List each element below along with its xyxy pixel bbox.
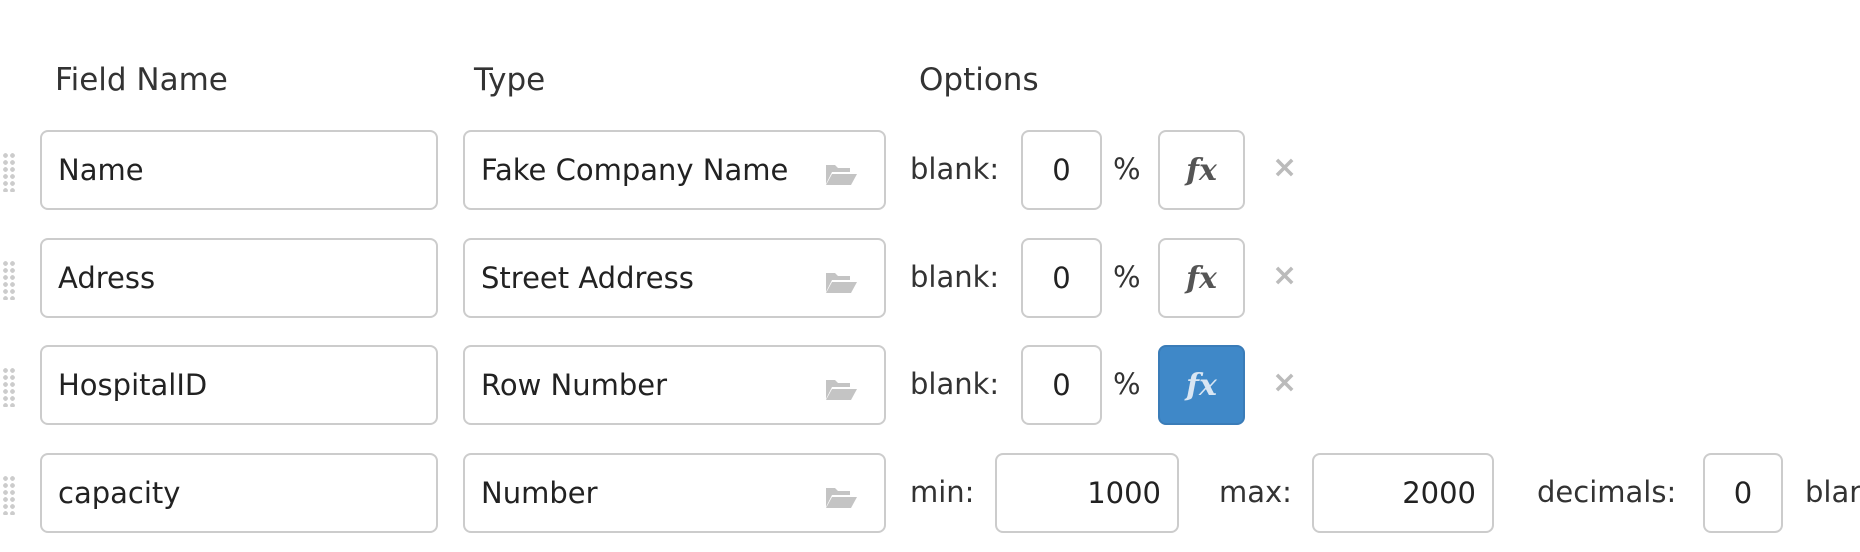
type-selector[interactable]: Number: [463, 453, 886, 533]
field-row: Adress Street Address blank: 0 % fx ×: [0, 238, 1860, 322]
field-name-input[interactable]: Name: [40, 130, 438, 210]
field-row: capacity Number min: 1000 max: 2000 deci…: [0, 453, 1860, 537]
decimals-input[interactable]: 0: [1703, 453, 1783, 533]
field-name-input[interactable]: Adress: [40, 238, 438, 318]
type-selector[interactable]: Street Address: [463, 238, 886, 318]
header-type: Type: [474, 62, 546, 98]
formula-button[interactable]: fx: [1158, 238, 1245, 318]
max-input[interactable]: 2000: [1312, 453, 1494, 533]
folder-open-icon: [826, 380, 857, 400]
drag-handle-icon[interactable]: [2, 260, 16, 300]
type-selector[interactable]: Row Number: [463, 345, 886, 425]
folder-open-icon: [826, 165, 857, 185]
header-field-name: Field Name: [55, 62, 228, 98]
drag-handle-icon[interactable]: [2, 152, 16, 192]
field-row: Name Fake Company Name blank: 0 % fx ×: [0, 130, 1860, 214]
blank-label: blank:: [910, 152, 1000, 186]
remove-field-icon[interactable]: ×: [1272, 150, 1297, 185]
field-name-input[interactable]: HospitalID: [40, 345, 438, 425]
field-name-input[interactable]: capacity: [40, 453, 438, 533]
blank-label: blank:: [910, 367, 1000, 401]
formula-button[interactable]: fx: [1158, 345, 1245, 425]
remove-field-icon[interactable]: ×: [1272, 258, 1297, 293]
percent-label: %: [1113, 152, 1141, 186]
blank-label: blank:: [910, 260, 1000, 294]
formula-button[interactable]: fx: [1158, 130, 1245, 210]
folder-open-icon: [826, 273, 857, 293]
folder-open-icon: [826, 488, 857, 508]
header-options: Options: [919, 62, 1039, 98]
blank-label: blank:: [1805, 475, 1860, 509]
field-row: HospitalID Row Number blank: 0 % fx ×: [0, 345, 1860, 429]
blank-percent-input[interactable]: 0: [1021, 238, 1102, 318]
blank-percent-input[interactable]: 0: [1021, 345, 1102, 425]
decimals-label: decimals:: [1537, 475, 1677, 509]
drag-handle-icon[interactable]: [2, 367, 16, 407]
min-input[interactable]: 1000: [995, 453, 1179, 533]
percent-label: %: [1113, 367, 1141, 401]
percent-label: %: [1113, 260, 1141, 294]
blank-percent-input[interactable]: 0: [1021, 130, 1102, 210]
min-label: min:: [910, 475, 975, 509]
drag-handle-icon[interactable]: [2, 475, 16, 515]
max-label: max:: [1219, 475, 1292, 509]
remove-field-icon[interactable]: ×: [1272, 365, 1297, 400]
type-selector[interactable]: Fake Company Name: [463, 130, 886, 210]
